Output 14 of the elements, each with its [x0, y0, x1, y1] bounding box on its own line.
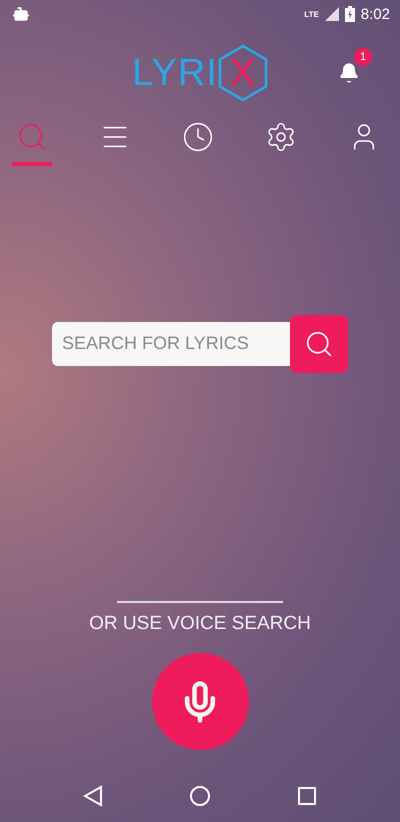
recents-button[interactable]: [297, 786, 317, 806]
battery-charging-icon: [344, 6, 355, 22]
home-button[interactable]: [189, 785, 211, 807]
notification-count: 1: [354, 48, 372, 66]
signal-icon: [324, 7, 339, 21]
search-button[interactable]: [290, 314, 348, 372]
voice-search-label: OR USE VOICE SEARCH: [89, 613, 311, 635]
clock-icon: [182, 121, 214, 153]
clock-time: 8:02: [360, 6, 390, 22]
logo: LYRI X: [132, 44, 268, 102]
search-field[interactable]: SEARCH FOR LYRICS: [52, 322, 290, 366]
notifications-button[interactable]: 1: [332, 48, 372, 86]
network-label: LTE: [304, 10, 319, 18]
back-button[interactable]: [83, 785, 103, 807]
